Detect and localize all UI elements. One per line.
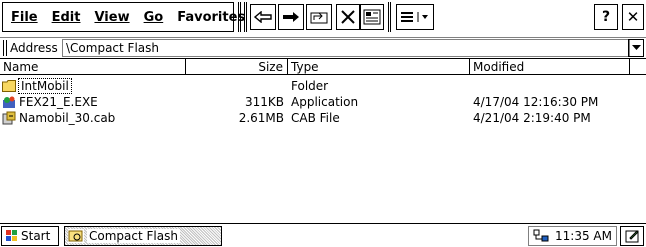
application-icon	[3, 96, 15, 108]
file-list: IntMobil Folder FEX21_E.EXE 311KB Applic…	[0, 75, 646, 223]
menu-edit-label: Edit	[51, 9, 81, 25]
system-tray: 11:35 AM	[528, 226, 617, 246]
back-button[interactable]	[250, 4, 276, 30]
taskbar-item-label: Compact Flash	[87, 229, 180, 243]
toolbar-grip-3[interactable]	[388, 2, 391, 32]
menu-favorites-label: Favorites	[177, 9, 246, 25]
up-folder-button[interactable]	[306, 4, 332, 30]
file-modified: 4/17/04 12:16:30 PM	[473, 95, 599, 109]
menu-edit[interactable]: Edit	[52, 10, 81, 25]
chevron-down-icon	[631, 45, 641, 50]
start-button[interactable]: Start	[1, 226, 59, 246]
arrow-left-icon	[254, 11, 272, 23]
address-grip[interactable]	[3, 40, 7, 56]
toolbar-grip[interactable]	[238, 2, 241, 32]
menu-view[interactable]: View	[94, 10, 129, 25]
taskbar: Start Compact Flash 11:35 AM	[0, 223, 646, 247]
file-type: Folder	[291, 79, 329, 93]
column-name[interactable]: Name	[0, 59, 186, 75]
view-list-icon	[401, 12, 428, 22]
file-name: Namobil_30.cab	[19, 111, 116, 125]
column-modified[interactable]: Modified	[470, 59, 630, 75]
input-panel-button[interactable]	[620, 226, 644, 246]
column-type[interactable]: Type	[288, 59, 470, 75]
menu-favorites[interactable]: Favorites	[177, 10, 245, 25]
properties-icon	[363, 9, 381, 25]
forward-button[interactable]	[278, 4, 304, 30]
list-item[interactable]: Namobil_30.cab 2.61MB CAB File 4/21/04 2…	[0, 110, 646, 126]
delete-button[interactable]	[336, 4, 360, 30]
menu-bar: File Edit View Go Favorites	[2, 2, 245, 32]
command-bar: File Edit View Go Favorites ? ✕	[0, 0, 646, 36]
menu-view-label: View	[94, 9, 130, 25]
properties-button[interactable]	[360, 4, 384, 30]
menu-go[interactable]: Go	[144, 10, 164, 25]
file-size: 2.61MB	[238, 111, 284, 125]
file-type: CAB File	[291, 111, 340, 125]
address-dropdown-button[interactable]	[628, 39, 644, 57]
toolbar-grip-2[interactable]	[244, 2, 247, 32]
close-button[interactable]: ✕	[622, 4, 644, 30]
help-button[interactable]: ?	[594, 4, 618, 30]
list-item[interactable]: FEX21_E.EXE 311KB Application 4/17/04 12…	[0, 94, 646, 110]
file-size: 311KB	[244, 95, 284, 109]
delete-x-icon	[341, 10, 355, 24]
menu-go-label: Go	[143, 9, 164, 25]
list-item[interactable]: IntMobil Folder	[0, 78, 646, 94]
view-mode-button[interactable]	[396, 4, 434, 30]
address-bar: Address \Compact Flash	[0, 37, 646, 58]
file-modified: 4/21/04 2:19:40 PM	[473, 111, 591, 125]
column-size[interactable]: Size	[186, 59, 288, 75]
up-folder-icon	[310, 12, 328, 24]
file-name: FEX21_E.EXE	[19, 95, 98, 109]
address-input[interactable]: \Compact Flash	[62, 39, 630, 57]
file-name: IntMobil	[18, 78, 72, 94]
menu-file-label: File	[11, 9, 38, 25]
windows-flag-icon	[6, 230, 17, 241]
address-label: Address	[10, 41, 58, 55]
folder-icon	[2, 80, 16, 92]
menu-file[interactable]: File	[11, 10, 38, 25]
network-connection-icon[interactable]	[533, 229, 551, 243]
file-type: Application	[291, 95, 359, 109]
notepad-pencil-icon	[625, 230, 639, 243]
arrow-right-icon	[283, 12, 299, 22]
cab-file-icon	[2, 111, 16, 125]
explorer-icon	[68, 229, 84, 243]
column-header: Name Size Type Modified	[0, 58, 646, 75]
taskbar-item-compact-flash[interactable]: Compact Flash	[64, 226, 222, 246]
start-label: Start	[21, 229, 51, 243]
clock[interactable]: 11:35 AM	[555, 229, 612, 243]
